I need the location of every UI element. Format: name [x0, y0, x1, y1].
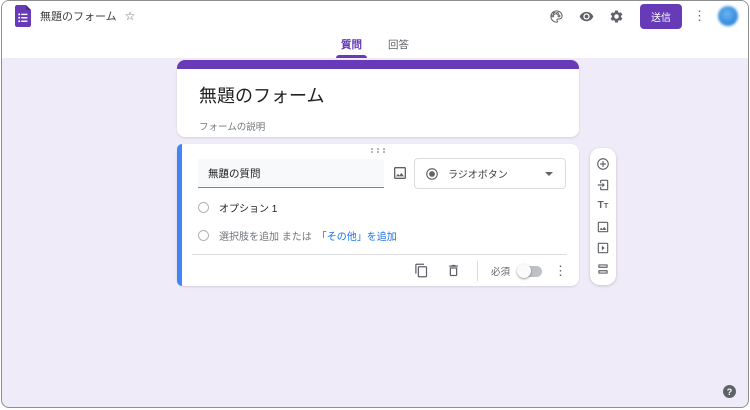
toggle-knob: [517, 264, 531, 278]
radio-button-icon: [426, 167, 438, 180]
option-radio-icon: [198, 230, 209, 241]
form-title-field[interactable]: 無題のフォーム: [177, 69, 579, 108]
question-footer-toolbar: 必須 ⋮: [399, 261, 567, 281]
question-type-label: ラジオボタン: [448, 170, 508, 181]
add-option-text[interactable]: 選択肢を追加 または: [219, 228, 312, 243]
delete-question-icon[interactable]: [446, 263, 463, 280]
google-forms-editor-window: 無題のフォーム ☆ 送信 ⋮ 質問 回答 無題のフォーム フォームの説明 無題の…: [1, 0, 749, 408]
header-more-options-icon[interactable]: ⋮: [688, 8, 711, 24]
preview-eye-icon[interactable]: [578, 8, 594, 24]
add-question-icon[interactable]: [596, 157, 611, 172]
required-toggle[interactable]: [517, 264, 542, 278]
add-video-icon[interactable]: [596, 240, 611, 255]
add-image-icon[interactable]: [596, 219, 611, 234]
tab-bar: 質問 回答: [2, 31, 748, 58]
toolbar-divider: [476, 261, 478, 281]
tab-responses-label: 回答: [388, 39, 409, 51]
document-title[interactable]: 無題のフォーム: [40, 8, 117, 24]
send-button[interactable]: 送信: [640, 3, 682, 29]
drag-handle[interactable]: [370, 148, 386, 153]
selected-question-indicator: [177, 144, 182, 286]
question-title-input[interactable]: 無題の質問: [198, 159, 384, 188]
tab-questions-label: 質問: [341, 39, 362, 51]
form-title-card-accent-bar: [177, 60, 579, 69]
dropdown-caret-icon: [545, 171, 553, 176]
theme-palette-icon[interactable]: [548, 8, 564, 24]
required-label: 必須: [490, 267, 510, 278]
import-questions-icon[interactable]: [596, 178, 611, 193]
option-row-1: オプション 1: [198, 200, 277, 215]
question-more-options-icon[interactable]: ⋮: [554, 263, 567, 279]
side-toolbar: TT: [590, 148, 616, 285]
question-type-dropdown[interactable]: ラジオボタン: [414, 158, 566, 189]
help-icon[interactable]: ?: [723, 385, 736, 398]
form-title-card: 無題のフォーム フォームの説明: [177, 60, 579, 137]
active-tab-underline: [336, 55, 367, 58]
google-forms-logo-icon[interactable]: [14, 5, 32, 27]
tab-questions[interactable]: 質問: [328, 31, 375, 58]
add-option-row: 選択肢を追加 または 「その他」を追加: [198, 228, 397, 243]
add-image-to-question-icon[interactable]: [392, 165, 410, 183]
duplicate-question-icon[interactable]: [414, 263, 431, 280]
option-radio-icon: [198, 202, 209, 213]
add-other-link[interactable]: 「その他」を追加: [317, 228, 397, 243]
form-description-field[interactable]: フォームの説明: [177, 108, 579, 133]
tab-responses[interactable]: 回答: [375, 31, 422, 58]
account-avatar[interactable]: [718, 6, 738, 26]
settings-gear-icon[interactable]: [608, 8, 624, 24]
question-footer-divider: [192, 254, 567, 255]
star-icon[interactable]: ☆: [125, 9, 136, 23]
app-header: 無題のフォーム ☆ 送信 ⋮: [2, 1, 748, 31]
option-1-label[interactable]: オプション 1: [219, 200, 277, 215]
add-title-icon[interactable]: TT: [596, 199, 611, 214]
question-card: 無題の質問 ラジオボタン オプション 1 選択肢を追加 または 「その他」を追加: [177, 144, 579, 286]
add-section-icon[interactable]: [596, 261, 611, 276]
